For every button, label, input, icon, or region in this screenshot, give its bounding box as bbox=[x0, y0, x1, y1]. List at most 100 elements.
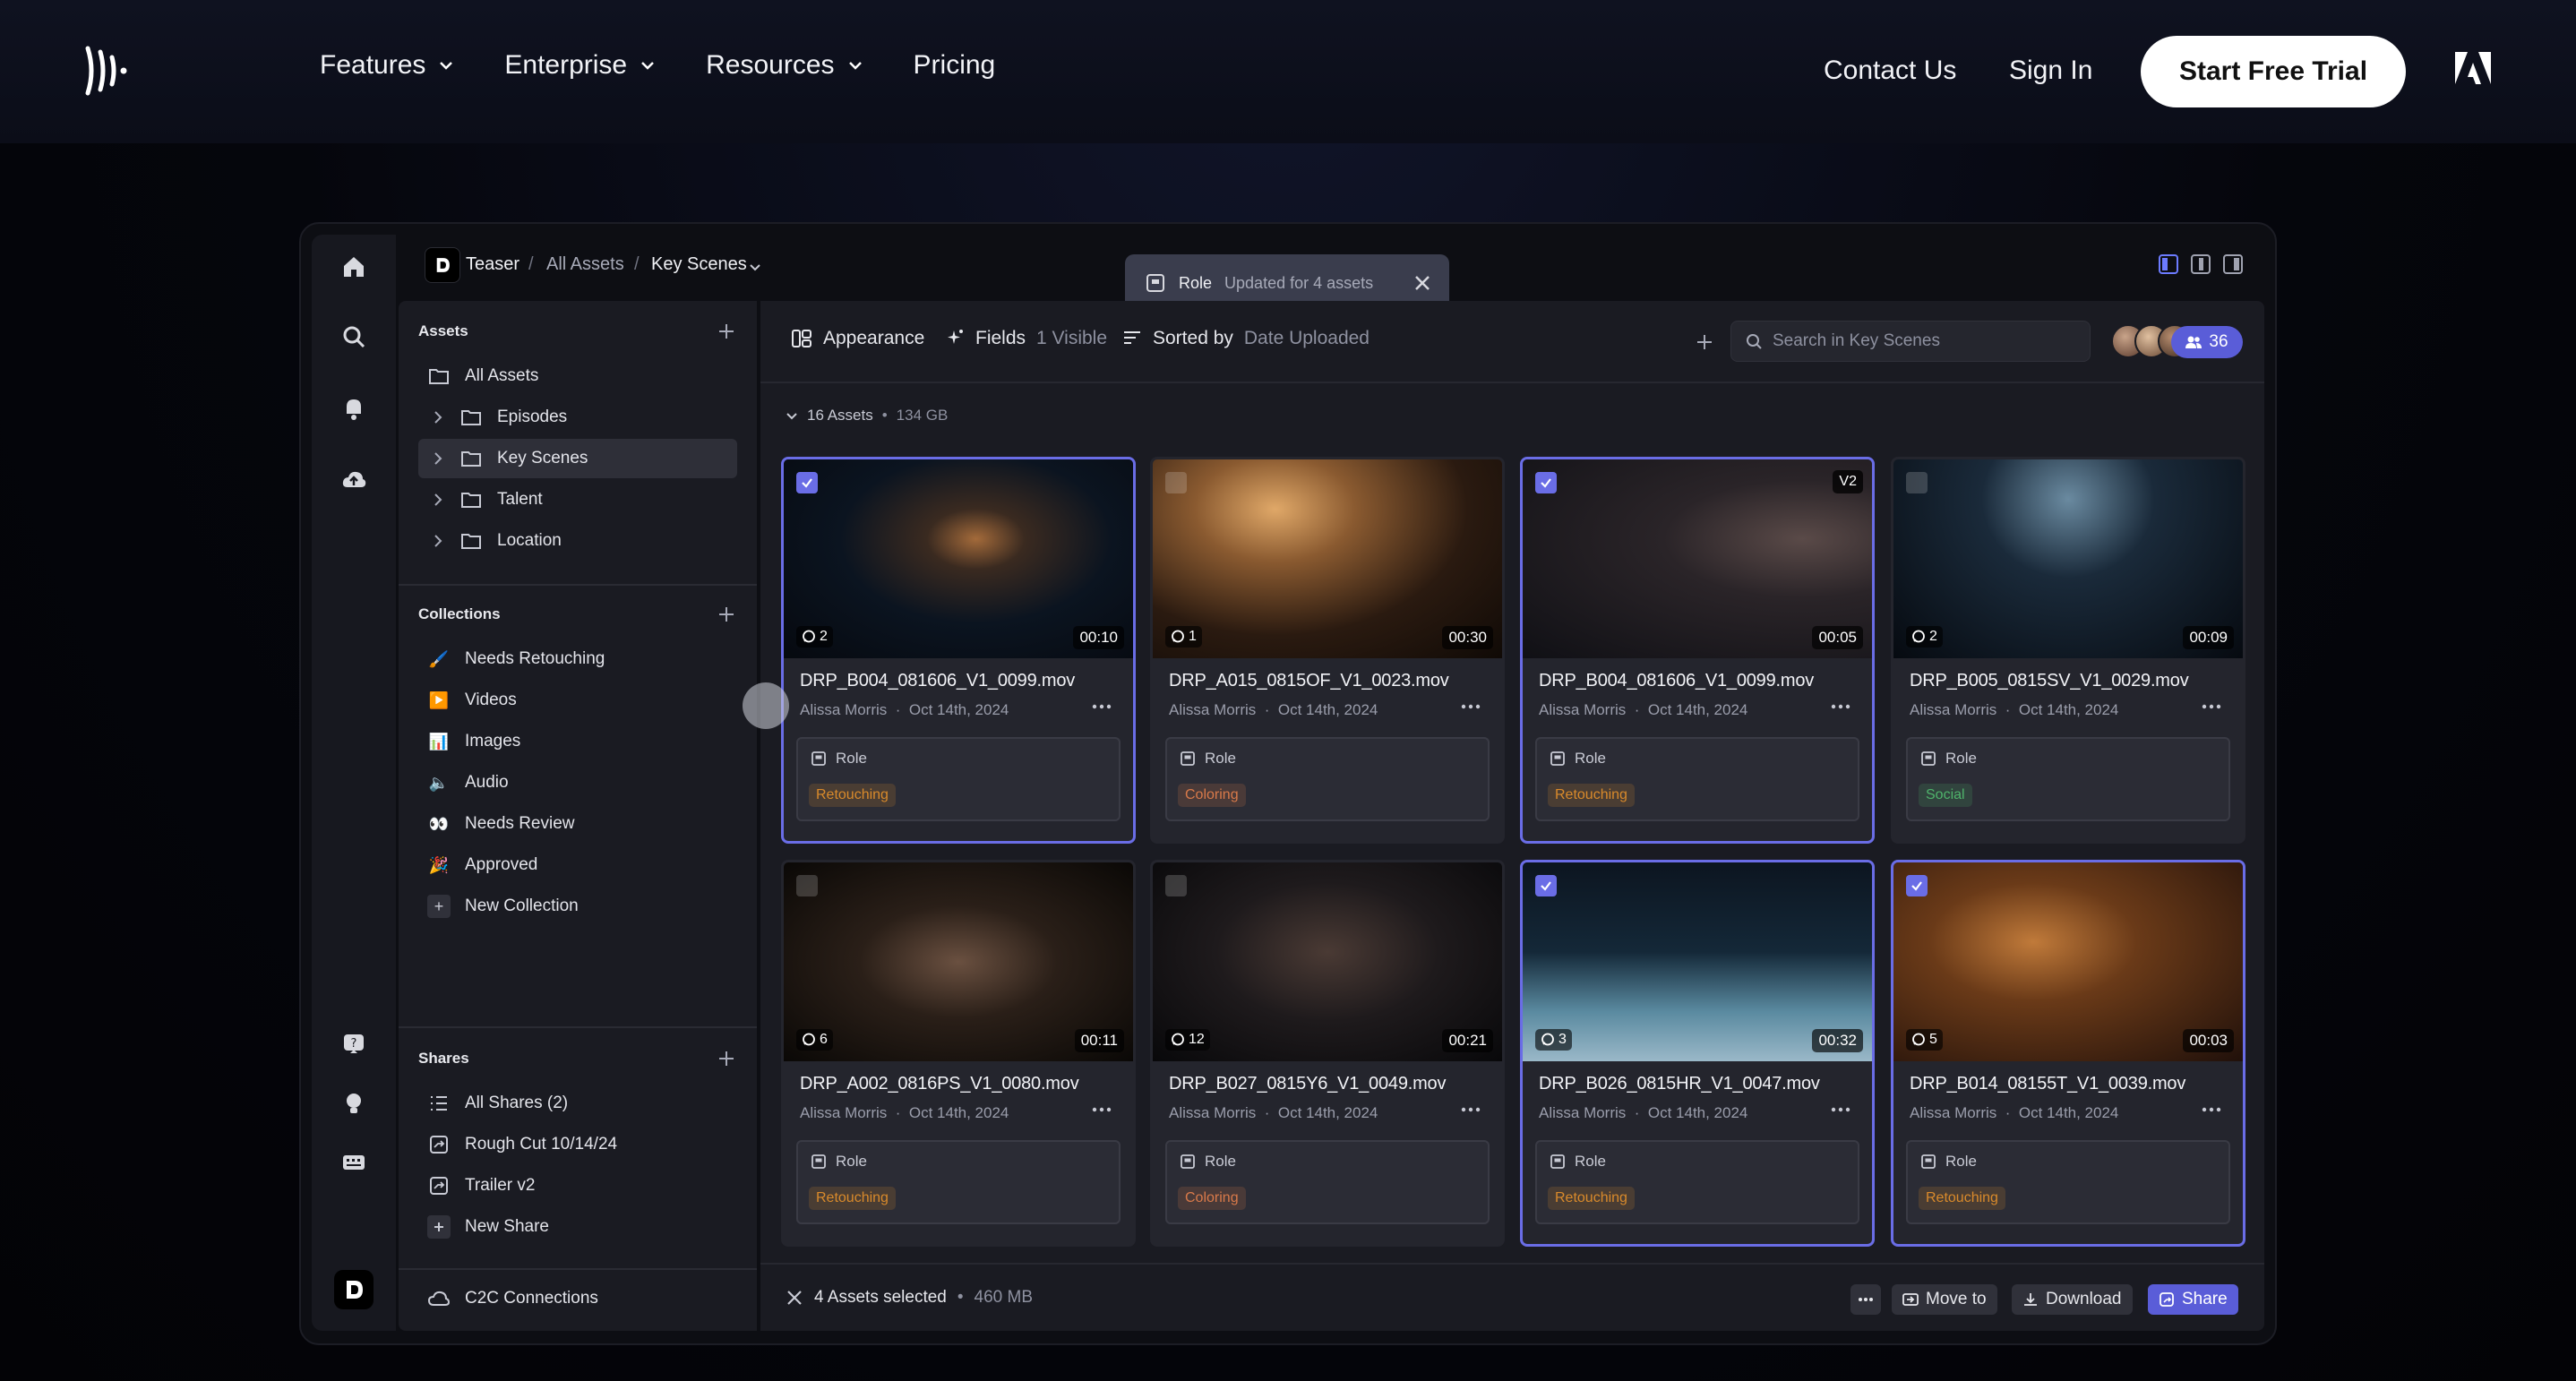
comment-count[interactable]: 5 bbox=[1906, 1029, 1943, 1051]
more-actions-button[interactable] bbox=[1850, 1284, 1881, 1315]
asset-filename[interactable]: DRP_A002_0816PS_V1_0080.mov bbox=[800, 1074, 1079, 1094]
select-checkbox[interactable] bbox=[796, 875, 818, 896]
share-button[interactable]: Share bbox=[2148, 1284, 2238, 1315]
nav-features[interactable]: Features bbox=[320, 50, 454, 81]
select-checkbox[interactable] bbox=[1906, 875, 1928, 896]
chevron-right-icon[interactable] bbox=[427, 489, 449, 510]
asset-card[interactable]: 6 00:11 DRP_A002_0816PS_V1_0080.mov Alis… bbox=[781, 860, 1136, 1247]
sidebar-item-all-assets[interactable]: All Assets bbox=[418, 356, 737, 396]
start-free-trial-button[interactable]: Start Free Trial bbox=[2141, 36, 2406, 107]
help-icon[interactable]: ? bbox=[341, 1032, 366, 1057]
asset-filename[interactable]: DRP_B026_0815HR_V1_0047.mov bbox=[1539, 1074, 1820, 1094]
asset-card[interactable]: 2 00:10 DRP_B004_081606_V1_0099.mov Alis… bbox=[781, 457, 1136, 844]
collection-approved[interactable]: 🎉 Approved bbox=[418, 845, 737, 885]
asset-card[interactable]: 3 00:32 DRP_B026_0815HR_V1_0047.mov Alis… bbox=[1520, 860, 1875, 1247]
search-icon[interactable] bbox=[341, 324, 366, 349]
chevron-right-icon[interactable] bbox=[427, 407, 449, 428]
more-options-icon[interactable] bbox=[1459, 1101, 1482, 1119]
home-icon[interactable] bbox=[341, 254, 366, 279]
fields-button[interactable]: Fields 1 Visible bbox=[943, 328, 1107, 349]
role-tag[interactable]: Retouching bbox=[1548, 1187, 1635, 1210]
asset-card[interactable]: 5 00:03 DRP_B014_08155T_V1_0039.mov Alis… bbox=[1891, 860, 2245, 1247]
comment-count[interactable]: 2 bbox=[1906, 626, 1943, 648]
add-collection-icon[interactable] bbox=[716, 604, 737, 625]
more-options-icon[interactable] bbox=[1090, 1101, 1113, 1119]
both-panels-toggle-icon[interactable] bbox=[2191, 254, 2211, 274]
member-count-badge[interactable]: 36 bbox=[2171, 326, 2243, 358]
left-panel-toggle-icon[interactable] bbox=[2159, 254, 2178, 274]
comment-count[interactable]: 2 bbox=[796, 626, 833, 648]
contact-us-link[interactable]: Contact Us bbox=[1824, 56, 1956, 86]
select-checkbox[interactable] bbox=[796, 472, 818, 493]
asset-filename[interactable]: DRP_B005_0815SV_V1_0029.mov bbox=[1910, 671, 2189, 691]
collection-needs-retouching[interactable]: 🖌️ Needs Retouching bbox=[418, 639, 737, 679]
more-options-icon[interactable] bbox=[1829, 698, 1852, 716]
more-options-icon[interactable] bbox=[1829, 1101, 1852, 1119]
chevron-right-icon[interactable] bbox=[427, 448, 449, 469]
select-checkbox[interactable] bbox=[1906, 472, 1928, 493]
sidebar-item-location[interactable]: Location bbox=[418, 521, 737, 561]
asset-card[interactable]: 2 00:09 DRP_B005_0815SV_V1_0029.mov Alis… bbox=[1891, 457, 2245, 844]
new-share-button[interactable]: New Share bbox=[418, 1207, 737, 1247]
workspace-logo-icon[interactable] bbox=[334, 1270, 374, 1309]
asset-filename[interactable]: DRP_B027_0815Y6_V1_0049.mov bbox=[1169, 1074, 1446, 1094]
role-field[interactable]: Role Retouching bbox=[796, 737, 1121, 821]
role-tag[interactable]: Coloring bbox=[1178, 784, 1246, 807]
sign-in-link[interactable]: Sign In bbox=[2009, 56, 2092, 86]
role-tag[interactable]: Retouching bbox=[809, 784, 896, 807]
role-field[interactable]: Role Retouching bbox=[1535, 737, 1859, 821]
shares-all[interactable]: All Shares (2) bbox=[418, 1084, 737, 1123]
role-tag[interactable]: Retouching bbox=[809, 1187, 896, 1210]
comment-count[interactable]: 6 bbox=[796, 1029, 833, 1051]
sidebar-item-episodes[interactable]: Episodes bbox=[418, 398, 737, 437]
bell-icon[interactable] bbox=[341, 396, 366, 421]
share-rough-cut[interactable]: Rough Cut 10/14/24 bbox=[418, 1125, 737, 1164]
asset-filename[interactable]: DRP_B004_081606_V1_0099.mov bbox=[800, 671, 1075, 691]
asset-card[interactable]: 12 00:21 DRP_B027_0815Y6_V1_0049.mov Ali… bbox=[1150, 860, 1505, 1247]
nav-enterprise[interactable]: Enterprise bbox=[504, 50, 656, 81]
brand-logo-icon[interactable] bbox=[82, 39, 145, 102]
add-asset-icon[interactable] bbox=[716, 321, 737, 342]
more-options-icon[interactable] bbox=[2200, 1101, 2223, 1119]
more-options-icon[interactable] bbox=[2200, 698, 2223, 716]
asset-filename[interactable]: DRP_B014_08155T_V1_0039.mov bbox=[1910, 1074, 2185, 1094]
breadcrumb-current[interactable]: Key Scenes bbox=[651, 254, 747, 275]
adobe-logo-icon[interactable] bbox=[2455, 52, 2491, 84]
nav-pricing[interactable]: Pricing bbox=[914, 50, 996, 81]
lightbulb-icon[interactable] bbox=[341, 1091, 366, 1116]
move-to-button[interactable]: Move to bbox=[1892, 1284, 1997, 1315]
select-checkbox[interactable] bbox=[1535, 472, 1557, 493]
role-field[interactable]: Role Retouching bbox=[796, 1140, 1121, 1224]
new-collection-button[interactable]: + New Collection bbox=[418, 887, 737, 926]
breadcrumb-all-assets[interactable]: All Assets bbox=[546, 254, 624, 275]
collection-videos[interactable]: ▶️ Videos bbox=[418, 681, 737, 720]
chevron-right-icon[interactable] bbox=[427, 530, 449, 552]
c2c-connections[interactable]: C2C Connections bbox=[418, 1279, 737, 1318]
version-badge[interactable]: V2 bbox=[1833, 470, 1863, 493]
right-panel-toggle-icon[interactable] bbox=[2223, 254, 2243, 274]
role-tag[interactable]: Social bbox=[1919, 784, 1972, 807]
role-field[interactable]: Role Social bbox=[1906, 737, 2230, 821]
nav-resources[interactable]: Resources bbox=[706, 50, 863, 81]
sidebar-item-talent[interactable]: Talent bbox=[418, 480, 737, 519]
asset-card[interactable]: V2 00:05 DRP_B004_081606_V1_0099.mov Ali… bbox=[1520, 457, 1875, 844]
search-input[interactable]: Search in Key Scenes bbox=[1730, 321, 2091, 362]
share-trailer-v2[interactable]: Trailer v2 bbox=[418, 1166, 737, 1205]
chevron-down-icon[interactable] bbox=[786, 409, 798, 422]
comment-count[interactable]: 1 bbox=[1165, 626, 1202, 648]
collection-audio[interactable]: 🔈 Audio bbox=[418, 763, 737, 802]
add-icon[interactable] bbox=[1694, 331, 1715, 353]
role-tag[interactable]: Coloring bbox=[1178, 1187, 1246, 1210]
role-tag[interactable]: Retouching bbox=[1548, 784, 1635, 807]
select-checkbox[interactable] bbox=[1165, 875, 1187, 896]
add-share-icon[interactable] bbox=[716, 1048, 737, 1069]
clear-selection-icon[interactable] bbox=[786, 1289, 803, 1307]
role-field[interactable]: Role Coloring bbox=[1165, 737, 1490, 821]
collection-needs-review[interactable]: 👀 Needs Review bbox=[418, 804, 737, 844]
appearance-button[interactable]: Appearance bbox=[791, 328, 924, 349]
more-options-icon[interactable] bbox=[1090, 698, 1113, 716]
asset-filename[interactable]: DRP_B004_081606_V1_0099.mov bbox=[1539, 671, 1814, 691]
select-checkbox[interactable] bbox=[1165, 472, 1187, 493]
role-tag[interactable]: Retouching bbox=[1919, 1187, 2005, 1210]
more-options-icon[interactable] bbox=[1459, 698, 1482, 716]
